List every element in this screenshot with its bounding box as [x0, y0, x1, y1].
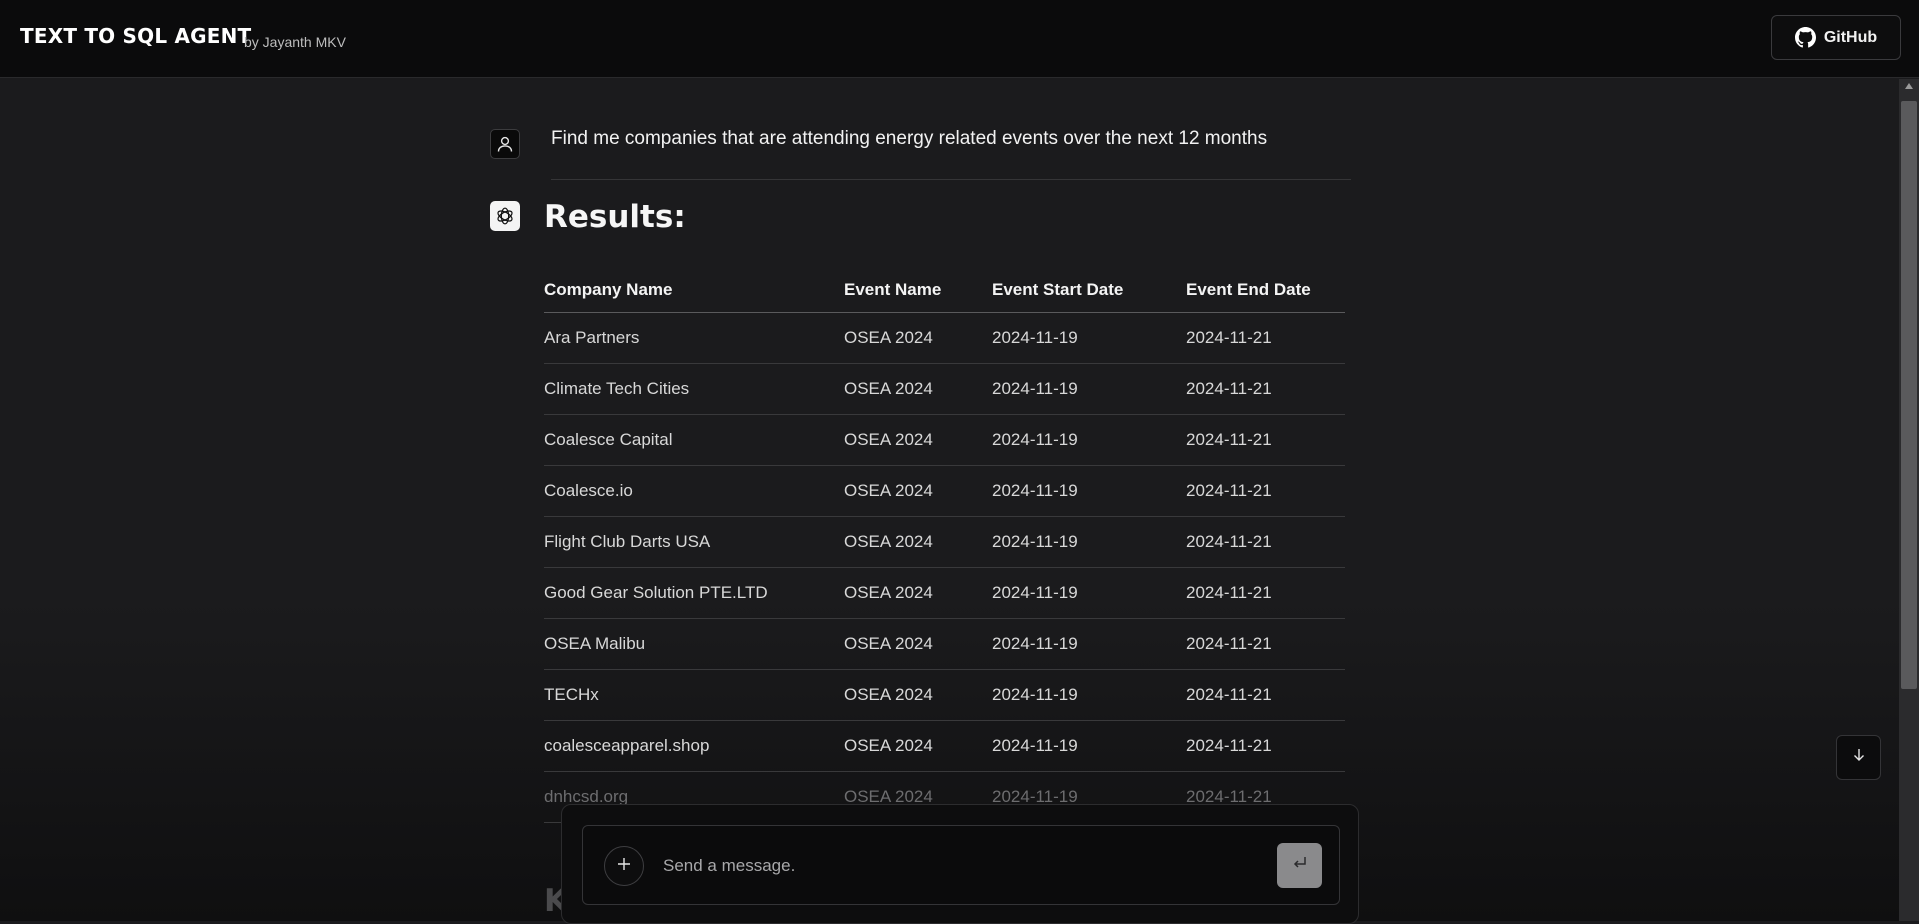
cell-event: OSEA 2024: [844, 516, 992, 568]
cell-company: coalesceapparel.shop: [544, 720, 844, 772]
composer-field: [582, 825, 1340, 905]
cell-end-date: 2024-11-21: [1186, 516, 1345, 568]
app-title: TEXT TO SQL AGENT: [20, 24, 252, 48]
cell-event: OSEA 2024: [844, 567, 992, 619]
cell-event: OSEA 2024: [844, 618, 992, 670]
scroll-to-bottom-button[interactable]: [1836, 735, 1881, 780]
cell-event: OSEA 2024: [844, 414, 992, 466]
column-header-company: Company Name: [544, 269, 844, 313]
message-composer: [561, 804, 1359, 924]
user-icon: [496, 135, 514, 153]
add-attachment-button[interactable]: [604, 846, 644, 886]
cell-end-date: 2024-11-21: [1186, 567, 1345, 619]
cell-company: Good Gear Solution PTE.LTD: [544, 567, 844, 619]
table-row: OSEA Malibu OSEA 2024 2024-11-19 2024-11…: [544, 618, 1345, 670]
cell-start-date: 2024-11-19: [992, 618, 1186, 670]
table-header-row: Company Name Event Name Event Start Date…: [544, 269, 1345, 313]
table-row: Climate Tech Cities OSEA 2024 2024-11-19…: [544, 363, 1345, 415]
cell-event: OSEA 2024: [844, 465, 992, 517]
table-row: Coalesce Capital OSEA 2024 2024-11-19 20…: [544, 414, 1345, 466]
cell-start-date: 2024-11-19: [992, 516, 1186, 568]
scroll-up-arrow[interactable]: [1905, 83, 1913, 89]
cell-event: OSEA 2024: [844, 720, 992, 772]
cell-company: Flight Club Darts USA: [544, 516, 844, 568]
cell-company: Coalesce.io: [544, 465, 844, 517]
column-header-event: Event Name: [844, 269, 992, 313]
column-header-end-date: Event End Date: [1186, 269, 1345, 313]
cell-company: OSEA Malibu: [544, 618, 844, 670]
scrollbar-thumb[interactable]: [1901, 101, 1917, 689]
page-scrollbar[interactable]: [1899, 79, 1919, 921]
cell-event: OSEA 2024: [844, 669, 992, 721]
cell-start-date: 2024-11-19: [992, 720, 1186, 772]
cell-end-date: 2024-11-21: [1186, 720, 1345, 772]
results-table: Company Name Event Name Event Start Date…: [544, 269, 1345, 823]
cell-start-date: 2024-11-19: [992, 567, 1186, 619]
cell-start-date: 2024-11-19: [992, 669, 1186, 721]
cell-start-date: 2024-11-19: [992, 312, 1186, 364]
table-row: Flight Club Darts USA OSEA 2024 2024-11-…: [544, 516, 1345, 568]
cell-event: OSEA 2024: [844, 312, 992, 364]
author-byline: by Jayanth MKV: [244, 34, 346, 50]
user-message: Find me companies that are attending ene…: [551, 128, 1268, 149]
enter-icon: [1291, 854, 1309, 878]
plus-icon: [616, 856, 632, 877]
table-row: coalesceapparel.shop OSEA 2024 2024-11-1…: [544, 720, 1345, 772]
cell-end-date: 2024-11-21: [1186, 465, 1345, 517]
github-button-label: GitHub: [1823, 28, 1878, 46]
cell-company: TECHx: [544, 669, 844, 721]
message-divider: [551, 179, 1351, 180]
cell-start-date: 2024-11-19: [992, 363, 1186, 415]
cell-end-date: 2024-11-21: [1186, 618, 1345, 670]
chat-area: Find me companies that are attending ene…: [0, 79, 1899, 921]
column-header-start-date: Event Start Date: [992, 269, 1186, 313]
user-avatar: [490, 129, 520, 159]
send-button[interactable]: [1277, 843, 1322, 888]
cell-end-date: 2024-11-21: [1186, 312, 1345, 364]
assistant-avatar: [490, 201, 520, 231]
results-heading: Results:: [544, 199, 686, 235]
cell-end-date: 2024-11-21: [1186, 363, 1345, 415]
message-input[interactable]: [661, 851, 1241, 881]
cell-company: Coalesce Capital: [544, 414, 844, 466]
cell-event: OSEA 2024: [844, 363, 992, 415]
cell-start-date: 2024-11-19: [992, 465, 1186, 517]
openai-icon: [494, 205, 516, 227]
cell-end-date: 2024-11-21: [1186, 669, 1345, 721]
cell-company: Climate Tech Cities: [544, 363, 844, 415]
table-row: Coalesce.io OSEA 2024 2024-11-19 2024-11…: [544, 465, 1345, 517]
table-row: TECHx OSEA 2024 2024-11-19 2024-11-21: [544, 669, 1345, 721]
cell-company: Ara Partners: [544, 312, 844, 364]
cell-end-date: 2024-11-21: [1186, 414, 1345, 466]
top-bar: TEXT TO SQL AGENT by Jayanth MKV GitHub: [0, 0, 1919, 78]
table-row: Good Gear Solution PTE.LTD OSEA 2024 202…: [544, 567, 1345, 619]
arrow-down-icon: [1851, 747, 1867, 768]
github-icon: [1794, 27, 1816, 48]
cell-start-date: 2024-11-19: [992, 414, 1186, 466]
github-button[interactable]: GitHub: [1771, 15, 1901, 60]
table-row: Ara Partners OSEA 2024 2024-11-19 2024-1…: [544, 312, 1345, 364]
